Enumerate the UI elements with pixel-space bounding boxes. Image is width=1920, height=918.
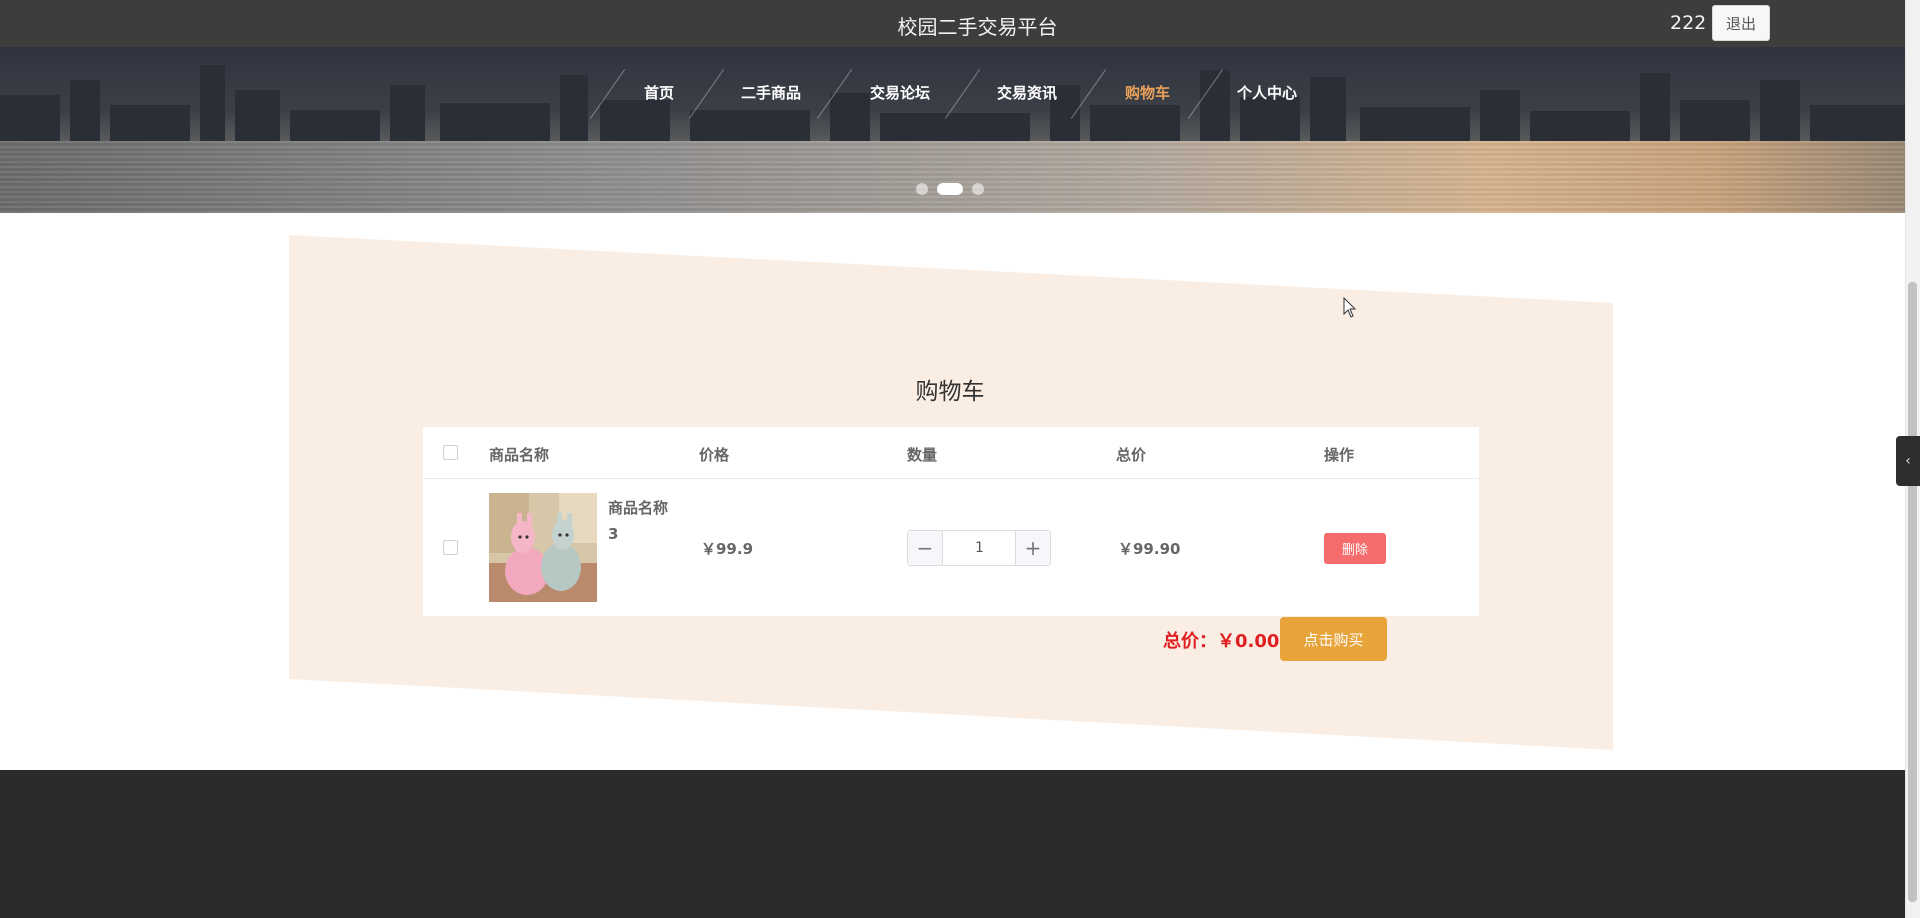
page-footer <box>0 770 1905 918</box>
row-subtotal: ￥99.90 <box>1118 540 1181 558</box>
nav-divider <box>1187 69 1224 119</box>
username: 222 <box>1670 12 1707 34</box>
nav-item-home[interactable]: 首页 <box>644 82 674 103</box>
column-header-quantity: 数量 <box>907 446 938 464</box>
carousel-dot-2[interactable] <box>937 183 963 195</box>
product-thumbnail[interactable] <box>489 493 597 602</box>
column-header-actions: 操作 <box>1324 446 1355 464</box>
increase-quantity-button[interactable]: + <box>1015 531 1050 565</box>
select-all-checkbox[interactable] <box>443 445 458 460</box>
carousel-dot-3[interactable] <box>972 183 984 195</box>
minus-icon: − <box>916 536 934 560</box>
cart-table-header: 商品名称 价格 数量 总价 操作 <box>423 427 1479 479</box>
nav-item-trading-forum[interactable]: 交易论坛 <box>870 82 930 103</box>
plus-icon: + <box>1024 536 1042 560</box>
product-price: ￥99.9 <box>701 540 754 558</box>
side-panel-toggle[interactable]: ‹ <box>1896 436 1920 486</box>
cart-total: 总价：￥0.00 <box>1163 631 1280 652</box>
nav-item-personal-center[interactable]: 个人中心 <box>1237 82 1297 103</box>
product-name[interactable]: 商品名称 3 <box>608 495 680 547</box>
column-header-product-name: 商品名称 <box>489 446 550 464</box>
carousel-indicators <box>0 183 1905 197</box>
buy-button[interactable]: 点击购买 <box>1280 617 1387 661</box>
carousel-dot-1[interactable] <box>916 183 928 195</box>
water-reflection <box>0 141 1905 213</box>
nav-item-second-hand-goods[interactable]: 二手商品 <box>741 82 801 103</box>
cart-table: 商品名称 价格 数量 总价 操作 商品名称 3 ￥99.9 − 1 + ￥99.… <box>423 427 1479 616</box>
logout-button[interactable]: 退出 <box>1712 5 1770 41</box>
nav-divider <box>1070 69 1107 119</box>
nav-item-cart[interactable]: 购物车 <box>1125 82 1170 103</box>
scrollbar-thumb[interactable] <box>1908 282 1917 902</box>
column-header-price: 价格 <box>699 446 730 464</box>
nav-divider <box>688 69 725 119</box>
row-select-checkbox[interactable] <box>443 540 458 555</box>
alpaca-plush-image <box>489 493 597 602</box>
page-title: 购物车 <box>915 379 985 405</box>
column-header-total: 总价 <box>1116 446 1147 464</box>
quantity-input[interactable] <box>944 531 1015 565</box>
table-row: 商品名称 3 ￥99.9 − + ￥99.90 删除 <box>423 479 1479 616</box>
banner-carousel: 首页 二手商品 交易论坛 交易资讯 购物车 个人中心 <box>0 47 1905 213</box>
quantity-stepper: − + <box>907 530 1051 566</box>
main-nav: 首页 二手商品 交易论坛 交易资讯 购物车 个人中心 <box>0 47 1905 137</box>
chevron-left-icon: ‹ <box>1905 453 1911 469</box>
nav-divider <box>816 69 853 119</box>
product-name-line-1: 商品名称 <box>608 499 669 517</box>
decrease-quantity-button[interactable]: − <box>908 531 943 565</box>
nav-divider <box>589 69 626 119</box>
site-title: 校园二手交易平台 <box>897 15 1058 39</box>
nav-item-trading-news[interactable]: 交易资讯 <box>997 82 1057 103</box>
nav-divider <box>944 69 981 119</box>
mouse-cursor-icon <box>1343 297 1357 318</box>
product-name-line-2: 3 <box>608 525 619 543</box>
delete-button[interactable]: 删除 <box>1324 533 1386 564</box>
top-bar: 校园二手交易平台 222 退出 <box>0 0 1905 47</box>
